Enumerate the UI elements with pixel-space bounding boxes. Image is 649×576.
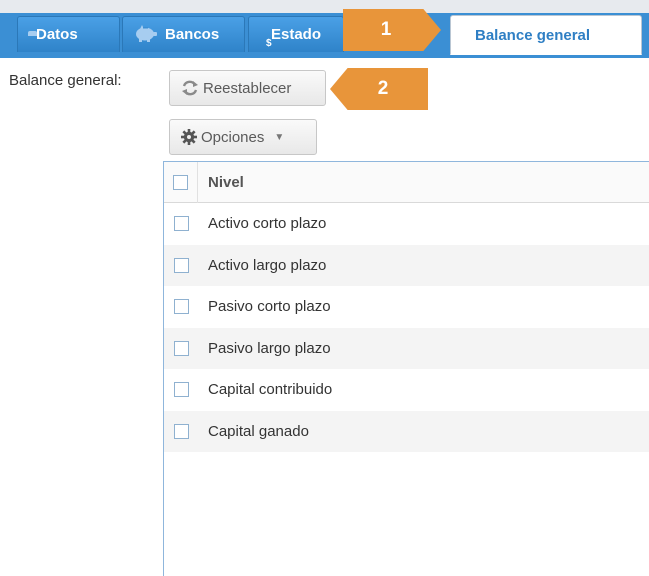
callout-step-1-number: 1 xyxy=(380,19,392,40)
row-check-cell xyxy=(164,257,198,273)
row-check-cell xyxy=(164,423,198,439)
tab-balance-general-label: Balance general xyxy=(475,26,591,44)
gear-icon xyxy=(180,128,198,146)
row-check-cell xyxy=(164,382,198,398)
tab-estado-label: Estado xyxy=(271,26,322,43)
chevron-down-icon: ▼ xyxy=(274,131,285,143)
tab-bancos-label: Bancos xyxy=(165,26,220,43)
row-checkbox[interactable] xyxy=(173,423,189,439)
row-checkbox[interactable] xyxy=(173,216,189,232)
row-checkbox[interactable] xyxy=(173,299,189,315)
table-row[interactable]: Activo corto plazo xyxy=(164,203,649,245)
table-row[interactable]: Pasivo largo plazo xyxy=(164,327,649,369)
reset-button[interactable]: Reestablecer xyxy=(169,70,326,106)
reset-button-label: Reestablecer xyxy=(203,79,292,97)
tab-estado[interactable]: $ Estado xyxy=(248,16,344,52)
table-row[interactable]: Capital ganado xyxy=(164,410,649,452)
row-label: Capital ganado xyxy=(208,422,309,440)
tab-datos-label: Datos xyxy=(36,26,78,43)
callout-step-2: 2 xyxy=(330,68,428,110)
tab-balance-general[interactable]: $ Balance general xyxy=(450,15,642,55)
callout-step-2-number: 2 xyxy=(377,78,389,99)
row-label: Pasivo corto plazo xyxy=(208,298,331,316)
row-checkbox[interactable] xyxy=(173,257,189,273)
row-check-cell xyxy=(164,299,198,315)
row-label: Capital contribuido xyxy=(208,381,333,399)
tab-datos[interactable]: Datos xyxy=(17,16,120,52)
options-button[interactable]: Opciones ▼ xyxy=(169,119,317,155)
row-label: Pasivo largo plazo xyxy=(208,339,331,357)
row-label: Activo largo plazo xyxy=(208,256,327,274)
row-checkbox[interactable] xyxy=(173,340,189,356)
balance-general-label: Balance general: xyxy=(9,72,122,89)
grid-header: Nivel xyxy=(164,161,649,203)
row-label: Activo corto plazo xyxy=(208,215,327,233)
row-check-cell xyxy=(164,216,198,232)
table-row[interactable]: Pasivo corto plazo xyxy=(164,286,649,328)
select-all-checkbox[interactable] xyxy=(173,174,188,190)
table-row[interactable]: Activo largo plazo xyxy=(164,244,649,286)
table-row[interactable]: Capital contribuido xyxy=(164,369,649,411)
levels-grid: Nivel Activo corto plazo Activo largo pl… xyxy=(163,161,649,576)
piggy-bank-icon xyxy=(133,24,157,46)
tab-bancos[interactable]: Bancos xyxy=(122,16,245,52)
row-checkbox[interactable] xyxy=(173,382,189,398)
tab-bar: Datos Bancos $ Estado $ Balance general xyxy=(0,0,649,58)
callout-step-1: 1 xyxy=(343,9,441,51)
refresh-icon xyxy=(180,79,200,97)
options-button-label: Opciones xyxy=(201,128,265,146)
select-all-cell xyxy=(164,161,198,203)
row-check-cell xyxy=(164,340,198,356)
column-header-nivel[interactable]: Nivel xyxy=(198,174,244,191)
